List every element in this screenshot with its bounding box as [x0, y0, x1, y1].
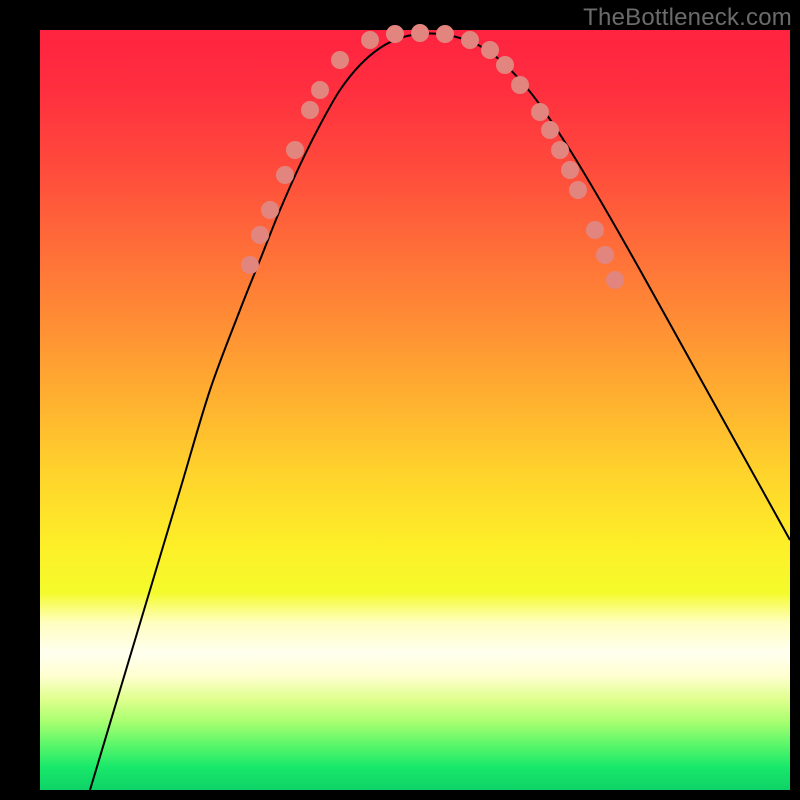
data-marker — [331, 51, 349, 69]
data-marker — [531, 103, 549, 121]
data-marker — [511, 76, 529, 94]
data-marker — [311, 81, 329, 99]
data-marker — [386, 25, 404, 43]
data-marker — [596, 246, 614, 264]
data-marker — [261, 201, 279, 219]
bottleneck-curve — [90, 33, 790, 790]
data-marker — [606, 271, 624, 289]
data-marker — [286, 141, 304, 159]
data-marker — [551, 141, 569, 159]
data-marker — [411, 24, 429, 42]
data-marker — [241, 256, 259, 274]
chart-frame: TheBottleneck.com — [0, 0, 800, 800]
data-marker — [276, 166, 294, 184]
plot-area — [40, 30, 790, 790]
data-marker — [586, 221, 604, 239]
curve-layer — [40, 30, 790, 790]
watermark-text: TheBottleneck.com — [583, 4, 792, 32]
data-marker — [496, 56, 514, 74]
data-marker — [541, 121, 559, 139]
data-marker — [361, 31, 379, 49]
data-marker — [481, 41, 499, 59]
data-marker — [461, 31, 479, 49]
data-marker — [436, 25, 454, 43]
data-marker — [251, 226, 269, 244]
data-marker — [561, 161, 579, 179]
data-marker — [301, 101, 319, 119]
data-marker — [569, 181, 587, 199]
